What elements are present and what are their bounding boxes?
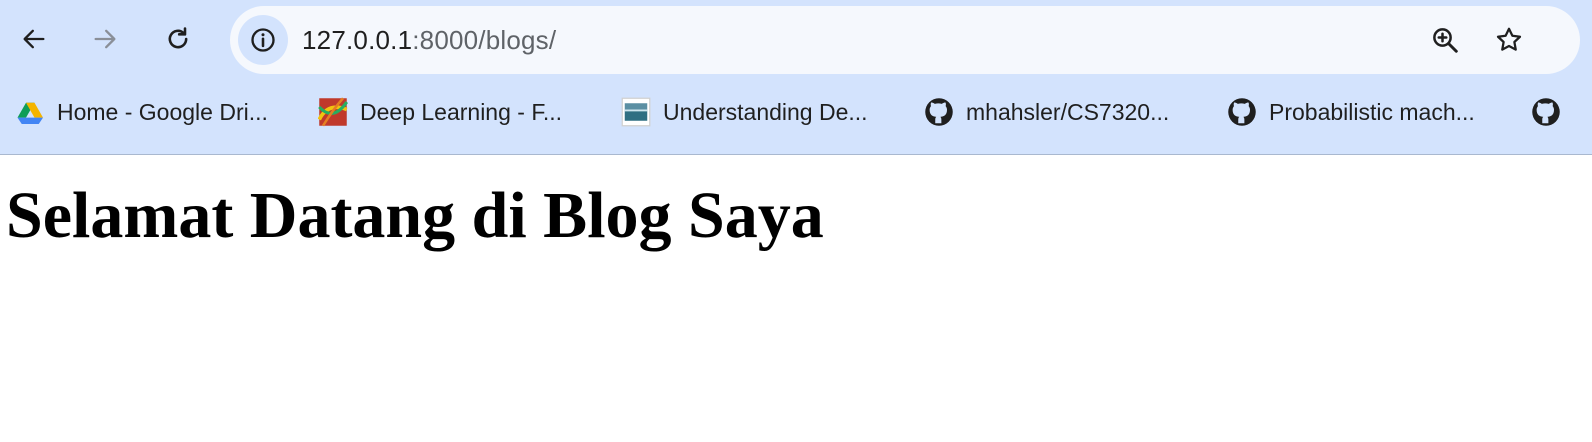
bookmark-label: Understanding De... <box>663 98 868 125</box>
github-icon <box>1226 96 1258 128</box>
bookmark-item[interactable]: Probabilistic mach... <box>1226 88 1475 136</box>
thumbnail-icon <box>620 96 652 128</box>
bookmark-item[interactable]: Understanding De... <box>620 88 868 136</box>
browser-toolbar: 127.0.0.1:8000/blogs/ <box>0 0 1592 80</box>
back-button[interactable] <box>14 19 54 59</box>
url-host: 127.0.0.1 <box>302 24 413 55</box>
arrow-left-icon <box>23 29 45 49</box>
bookmark-star-button[interactable] <box>1492 23 1526 57</box>
github-icon <box>1530 96 1562 128</box>
bookmark-label: mhahsler/CS7320... <box>966 98 1170 125</box>
reload-icon <box>168 27 188 49</box>
browser-chrome: 127.0.0.1:8000/blogs/ Home - Google Dri… <box>0 0 1592 155</box>
address-bar[interactable]: 127.0.0.1:8000/blogs/ <box>230 6 1580 74</box>
page-content: Selamat Datang di Blog Saya <box>0 156 1592 442</box>
site-info-button[interactable] <box>238 15 288 65</box>
star-icon <box>1496 27 1522 51</box>
thumbnail-icon <box>317 96 349 128</box>
bookmarks-bar: Home - Google Dri... Deep Learning - F..… <box>0 88 1592 136</box>
bookmark-item[interactable]: mhahsler/CS7320... <box>923 88 1169 136</box>
url-text[interactable]: 127.0.0.1:8000/blogs/ <box>302 6 556 74</box>
info-icon <box>251 28 275 52</box>
bookmark-label: Home - Google Dri... <box>57 98 268 125</box>
bookmark-label: Deep Learning - F... <box>360 98 563 125</box>
reload-button[interactable] <box>158 19 198 59</box>
bookmark-item[interactable]: Home - Google Dri... <box>14 88 268 136</box>
forward-button[interactable] <box>85 19 125 59</box>
zoom-in-icon <box>1433 28 1458 53</box>
bookmark-label: Probabilistic mach... <box>1269 98 1475 125</box>
bookmark-item[interactable] <box>1530 88 1573 136</box>
arrow-right-icon <box>94 29 116 49</box>
zoom-button[interactable] <box>1428 23 1462 57</box>
github-icon <box>923 96 955 128</box>
bookmark-item[interactable]: Deep Learning - F... <box>317 88 562 136</box>
google-drive-icon <box>14 96 46 128</box>
url-path: :8000/blogs/ <box>412 24 557 55</box>
page-title: Selamat Datang di Blog Saya <box>6 179 824 252</box>
